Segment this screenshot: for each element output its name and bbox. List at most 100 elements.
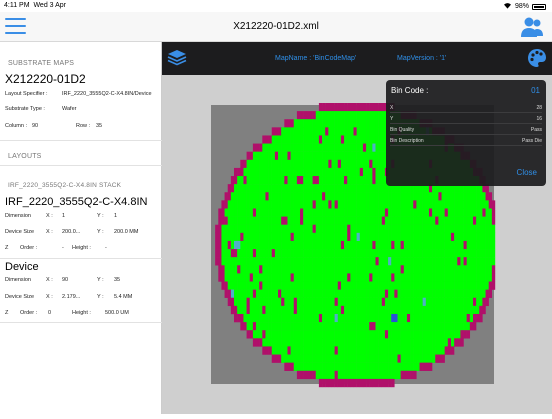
die-cell[interactable] xyxy=(234,265,238,274)
die-cell[interactable] xyxy=(331,297,335,307)
die-cell[interactable] xyxy=(243,184,247,193)
die-cell[interactable] xyxy=(274,257,279,266)
die-cell[interactable] xyxy=(334,257,338,266)
die-cell[interactable] xyxy=(309,208,313,217)
die-cell[interactable] xyxy=(441,192,445,201)
die-cell[interactable] xyxy=(340,111,345,120)
die-cell[interactable] xyxy=(296,159,301,169)
die-cell[interactable] xyxy=(318,224,323,234)
die-cell[interactable] xyxy=(287,216,291,225)
die-cell[interactable] xyxy=(340,143,345,152)
die-cell[interactable] xyxy=(278,265,282,274)
die-cell[interactable] xyxy=(337,330,342,339)
die-cell[interactable] xyxy=(322,370,326,380)
die-cell[interactable] xyxy=(252,322,257,331)
die-cell[interactable] xyxy=(281,216,285,225)
die-cell[interactable] xyxy=(243,313,247,323)
die-cell[interactable] xyxy=(454,338,458,347)
die-cell[interactable] xyxy=(353,119,357,128)
die-cell[interactable] xyxy=(344,119,348,128)
die-cell[interactable] xyxy=(237,216,241,225)
die-cell[interactable] xyxy=(416,297,420,307)
die-cell[interactable] xyxy=(388,289,392,298)
die-cell[interactable] xyxy=(356,103,360,112)
die-cell[interactable] xyxy=(227,192,232,201)
die-cell[interactable] xyxy=(381,103,386,112)
die-cell[interactable] xyxy=(356,313,360,323)
die-cell[interactable] xyxy=(469,281,474,290)
die-cell[interactable] xyxy=(318,297,323,307)
die-cell[interactable] xyxy=(306,224,310,234)
die-cell[interactable] xyxy=(476,240,480,250)
die-cell[interactable] xyxy=(350,216,354,225)
die-cell[interactable] xyxy=(328,119,332,128)
die-cell[interactable] xyxy=(388,313,392,323)
die-cell[interactable] xyxy=(300,330,304,339)
die-cell[interactable] xyxy=(309,200,313,209)
die-cell[interactable] xyxy=(419,313,423,323)
die-cell[interactable] xyxy=(381,338,386,347)
die-cell[interactable] xyxy=(460,313,464,323)
die-cell[interactable] xyxy=(306,257,310,266)
die-cell[interactable] xyxy=(344,127,348,136)
die-cell[interactable] xyxy=(347,362,351,371)
die-cell[interactable] xyxy=(249,289,254,298)
die-cell[interactable] xyxy=(312,346,316,355)
die-cell[interactable] xyxy=(432,322,436,331)
die-cell[interactable] xyxy=(400,200,405,209)
die-cell[interactable] xyxy=(447,240,452,250)
die-cell[interactable] xyxy=(425,330,430,339)
die-cell[interactable] xyxy=(246,249,250,258)
die-cell[interactable] xyxy=(268,330,272,339)
die-cell[interactable] xyxy=(416,281,420,290)
die-cell[interactable] xyxy=(287,176,291,185)
die-cell[interactable] xyxy=(369,143,373,152)
die-cell[interactable] xyxy=(246,200,250,209)
die-cell[interactable] xyxy=(293,265,298,274)
die-cell[interactable] xyxy=(259,289,263,298)
die-cell[interactable] xyxy=(293,159,298,169)
die-cell[interactable] xyxy=(359,257,364,266)
die-cell[interactable] xyxy=(300,281,304,290)
die-cell[interactable] xyxy=(394,200,398,209)
die-cell[interactable] xyxy=(312,257,316,266)
die-cell[interactable] xyxy=(340,167,345,177)
die-cell[interactable] xyxy=(334,273,338,282)
die-cell[interactable] xyxy=(246,330,250,339)
die-cell[interactable] xyxy=(303,232,307,242)
die-cell[interactable] xyxy=(243,289,247,298)
die-cell[interactable] xyxy=(259,159,263,169)
die-cell[interactable] xyxy=(274,176,279,185)
die-cell[interactable] xyxy=(230,297,235,307)
die-cell[interactable] xyxy=(274,216,279,225)
die-cell[interactable] xyxy=(375,167,379,177)
die-cell[interactable] xyxy=(450,216,455,225)
die-cell[interactable] xyxy=(428,330,433,339)
die-cell[interactable] xyxy=(432,281,436,290)
die-cell[interactable] xyxy=(262,322,266,331)
die-cell[interactable] xyxy=(400,232,405,242)
die-cell[interactable] xyxy=(215,257,219,266)
die-cell[interactable] xyxy=(413,281,417,290)
die-cell[interactable] xyxy=(391,192,395,201)
die-cell[interactable] xyxy=(444,208,449,217)
die-cell[interactable] xyxy=(394,208,398,217)
die-cell[interactable] xyxy=(444,200,449,209)
die-cell[interactable] xyxy=(328,127,332,136)
die-cell[interactable] xyxy=(435,249,439,258)
die-cell[interactable] xyxy=(491,208,496,217)
die-cell[interactable] xyxy=(435,273,439,282)
die-cell[interactable] xyxy=(394,273,398,282)
die-cell[interactable] xyxy=(262,249,266,258)
die-cell[interactable] xyxy=(309,338,313,347)
die-cell[interactable] xyxy=(256,273,260,282)
die-cell[interactable] xyxy=(425,322,430,331)
die-cell[interactable] xyxy=(347,338,351,347)
die-cell[interactable] xyxy=(391,200,395,209)
die-cell[interactable] xyxy=(403,330,408,339)
die-cell[interactable] xyxy=(344,346,348,355)
die-cell[interactable] xyxy=(381,297,386,307)
die-cell[interactable] xyxy=(400,281,405,290)
die-cell[interactable] xyxy=(331,167,335,177)
die-cell[interactable] xyxy=(328,330,332,339)
